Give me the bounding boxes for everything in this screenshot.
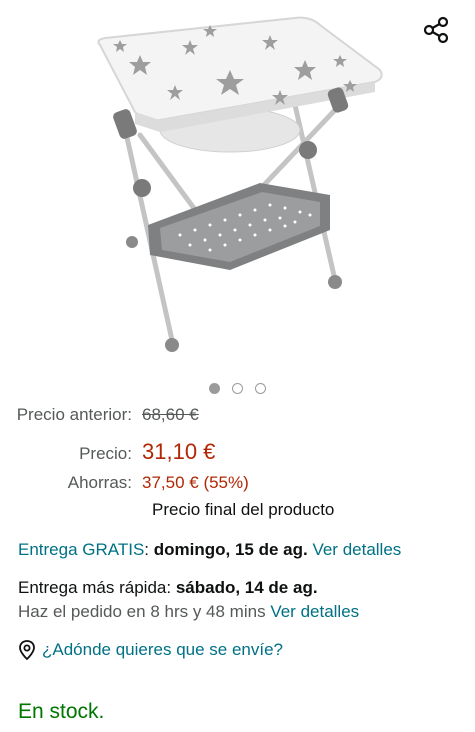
order-time-line: Haz el pedido en 8 hrs y 48 mins Ver det… xyxy=(18,600,359,624)
fast-delivery-separator: : xyxy=(166,578,176,597)
fast-delivery-line: Entrega más rápida: sábado, 14 de ag. xyxy=(18,576,359,600)
free-delivery-separator: : xyxy=(144,540,154,559)
fast-delivery-date: sábado, 14 de ag. xyxy=(175,578,318,597)
delivery-location-text: ¿Adónde quieres que se envíe? xyxy=(42,640,284,659)
fast-delivery-details-link[interactable]: Ver detalles xyxy=(270,602,359,621)
carousel-dot-3[interactable] xyxy=(255,383,266,394)
price-block: Precio anterior: 68,60 € Precio: 31,10 €… xyxy=(0,405,475,507)
previous-price-label: Precio anterior: xyxy=(16,405,132,424)
final-price-note: Precio final del producto xyxy=(152,500,335,519)
savings-value: 37,50 € (55%) xyxy=(142,473,249,492)
free-delivery-line: Entrega GRATIS: domingo, 15 de ag. Ver d… xyxy=(18,538,401,562)
free-delivery-label: Entrega GRATIS xyxy=(18,540,145,559)
previous-price-row: Precio anterior: 68,60 € xyxy=(0,405,475,439)
free-delivery-details-link[interactable]: Ver detalles xyxy=(312,540,401,559)
delivery-location-link[interactable]: ¿Adónde quieres que se envíe? xyxy=(18,640,283,660)
stock-status: En stock. xyxy=(18,700,105,723)
fast-delivery-label: Entrega más rápida xyxy=(18,578,167,597)
fast-delivery-block: Entrega más rápida: sábado, 14 de ag. Ha… xyxy=(18,576,359,624)
product-image[interactable] xyxy=(80,0,390,365)
current-price-row: Precio: 31,10 € xyxy=(0,439,475,473)
image-carousel-dots xyxy=(0,383,475,394)
savings-label: Ahorras: xyxy=(67,473,132,492)
order-time-text: Haz el pedido en 8 hrs y 48 mins xyxy=(18,602,266,621)
share-icon xyxy=(423,16,449,44)
current-price-value: 31,10 € xyxy=(142,439,216,464)
share-button[interactable] xyxy=(421,14,453,46)
price-label: Precio: xyxy=(79,444,132,463)
free-delivery-date: domingo, 15 de ag. xyxy=(153,540,308,559)
previous-price-value: 68,60 € xyxy=(142,405,199,424)
carousel-dot-2[interactable] xyxy=(232,383,243,394)
carousel-dot-1[interactable] xyxy=(209,383,220,394)
location-pin-icon xyxy=(19,640,35,660)
baby-bath-changer-illustration xyxy=(97,16,383,352)
